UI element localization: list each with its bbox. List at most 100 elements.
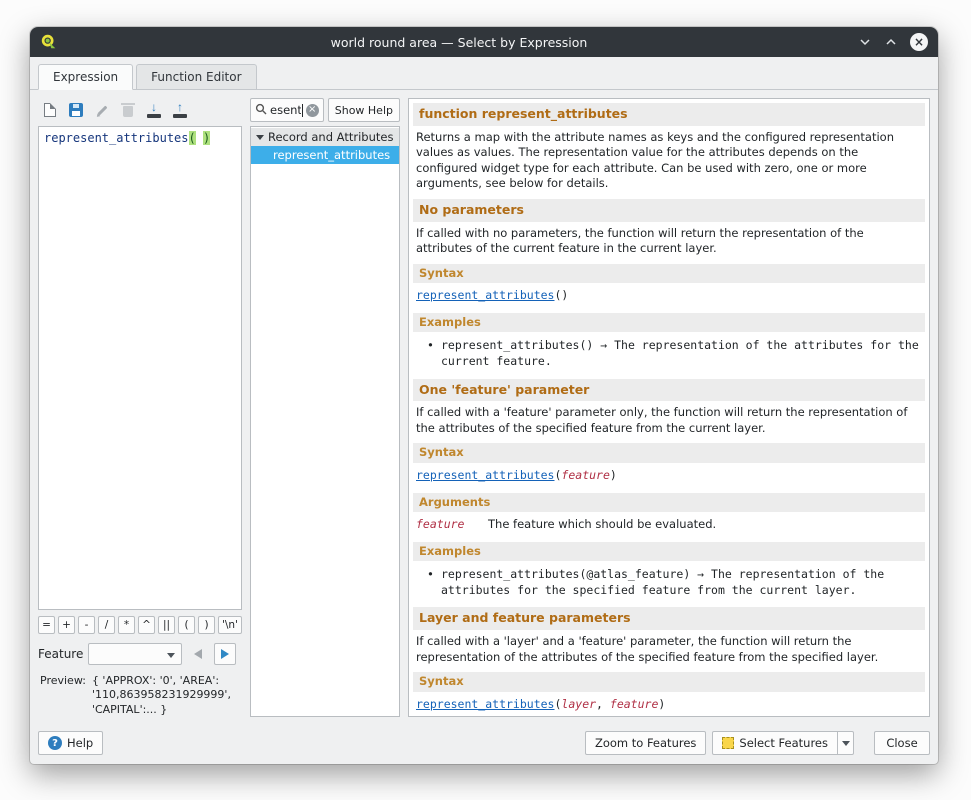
help-section-header: Layer and feature parameters (413, 607, 925, 630)
select-features-button[interactable]: Select Features (712, 731, 838, 755)
show-help-button[interactable]: Show Help (328, 98, 400, 122)
syntax-punctuation: ) (610, 468, 617, 482)
operator-button[interactable]: * (118, 616, 135, 634)
result-arrow: → (593, 338, 614, 352)
tree-item-label: Record and Attributes (268, 130, 393, 144)
new-expression-button[interactable] (38, 98, 62, 122)
select-features-dropdown-button[interactable] (838, 731, 854, 755)
help-subsection-header: Examples (413, 313, 925, 333)
tree-item[interactable]: represent_attributes (251, 146, 399, 164)
syntax-punctuation: ) (658, 697, 665, 711)
window-close-icon[interactable]: × (910, 33, 928, 51)
close-button[interactable]: Close (874, 731, 930, 755)
help-paragraph: If called with no parameters, the functi… (413, 224, 925, 261)
expression-panel: represent_attributes( ) =+-/*^||()'\n' F… (38, 98, 242, 717)
search-row: esent_a × Show Help (250, 98, 400, 122)
help-panel: function represent_attributesReturns a m… (408, 98, 930, 717)
tree-item[interactable]: Record and Attributes (251, 128, 399, 146)
feature-label: Feature (38, 647, 83, 661)
help-paragraph: Returns a map with the attribute names a… (413, 128, 925, 196)
search-icon (255, 103, 267, 118)
edit-expression-icon (97, 105, 107, 115)
window-title: world round area — Select by Expression (60, 35, 858, 50)
delete-expression-button[interactable] (116, 98, 140, 122)
import-expression-icon (147, 103, 161, 118)
example-item: •represent_attributes(@atlas_feature) → … (413, 563, 925, 604)
select-by-expression-dialog: world round area — Select by Expression … (30, 27, 938, 764)
edit-expression-button[interactable] (90, 98, 114, 122)
argument-name: layer (561, 697, 596, 711)
tree-item-label: represent_attributes (273, 148, 390, 162)
feature-row: Feature (38, 643, 242, 665)
function-name: represent_attributes (416, 697, 554, 711)
help-button-label: Help (67, 736, 93, 750)
syntax-line: represent_attributes() (413, 285, 925, 310)
chevron-down-icon (842, 741, 850, 746)
import-expression-button[interactable] (142, 98, 166, 122)
argument-name: feature (610, 697, 658, 711)
argument-row: featureThe feature which should be evalu… (416, 516, 922, 534)
search-input[interactable]: esent_a × (250, 98, 324, 122)
help-section-header: No parameters (413, 199, 925, 222)
tab-function-editor[interactable]: Function Editor (136, 64, 256, 89)
next-feature-button[interactable] (214, 643, 236, 665)
operator-button[interactable]: ^ (138, 616, 155, 634)
function-name: represent_attributes (416, 468, 554, 482)
help-content: function represent_attributesReturns a m… (408, 98, 930, 717)
syntax-punctuation: ) (561, 288, 568, 302)
operator-button[interactable]: + (58, 616, 75, 634)
next-arrow-icon (221, 649, 229, 659)
operator-button[interactable]: ( (178, 616, 195, 634)
feature-combobox[interactable] (88, 643, 182, 665)
zoom-to-features-button[interactable]: Zoom to Features (585, 731, 706, 755)
help-button[interactable]: ? Help (38, 731, 103, 755)
example-code: represent_attributes(@atlas_feature) (441, 567, 690, 581)
button-box: ? Help Zoom to Features Select Features … (30, 725, 938, 764)
titlebar[interactable]: world round area — Select by Expression … (30, 27, 938, 57)
preview-value: { 'APPROX': '0', 'AREA': '110,8639582319… (92, 674, 242, 717)
close-paren: ) (203, 131, 210, 145)
operator-button[interactable]: - (78, 616, 95, 634)
expression-function-text: represent_attributes (44, 131, 189, 145)
bullet-icon: • (427, 337, 441, 369)
window-controls: × (858, 33, 928, 51)
delete-expression-icon (123, 106, 133, 117)
export-expression-icon (173, 103, 187, 118)
window-shade-chevron-up-icon[interactable] (884, 35, 898, 49)
operator-button[interactable]: '\n' (218, 616, 242, 634)
operator-row: =+-/*^||()'\n' (38, 616, 242, 634)
expander-icon (256, 135, 264, 140)
export-expression-button[interactable] (168, 98, 192, 122)
window-menu-chevron-down-icon[interactable] (858, 35, 872, 49)
select-features-icon (722, 737, 734, 749)
editor-toolbar (38, 98, 242, 122)
arguments-list: featureThe feature which should be evalu… (413, 514, 925, 539)
save-expression-button[interactable] (64, 98, 88, 122)
operator-button[interactable]: || (158, 616, 175, 634)
help-paragraph: If called with a 'layer' and a 'feature'… (413, 632, 925, 669)
clear-search-icon[interactable]: × (306, 104, 319, 117)
help-subsection-header: Examples (413, 542, 925, 562)
help-subsection-header: Syntax (413, 672, 925, 692)
argument-name: feature (416, 517, 488, 533)
operator-button[interactable]: ) (198, 616, 215, 634)
select-features-label: Select Features (739, 736, 828, 750)
example-code: represent_attributes() (441, 338, 593, 352)
chevron-down-icon (167, 653, 175, 658)
function-name: represent_attributes (416, 288, 554, 302)
help-subsection-header: Syntax (413, 264, 925, 284)
open-paren: ( (189, 131, 196, 145)
operator-button[interactable]: / (98, 616, 115, 634)
argument-name: feature (561, 468, 609, 482)
argument-description: The feature which should be evaluated. (488, 517, 922, 533)
previous-arrow-icon (194, 649, 202, 659)
preview-row: Preview: { 'APPROX': '0', 'AREA': '110,8… (38, 674, 242, 717)
search-value: esent_a (270, 103, 301, 117)
previous-feature-button[interactable] (187, 643, 209, 665)
tab-expression[interactable]: Expression (38, 64, 133, 90)
operator-button[interactable]: = (38, 616, 55, 634)
expression-editor[interactable]: represent_attributes( ) (38, 126, 242, 610)
help-subsection-header: Arguments (413, 493, 925, 513)
example-text: represent_attributes(@atlas_feature) → T… (441, 566, 923, 598)
help-title: function represent_attributes (413, 103, 925, 126)
